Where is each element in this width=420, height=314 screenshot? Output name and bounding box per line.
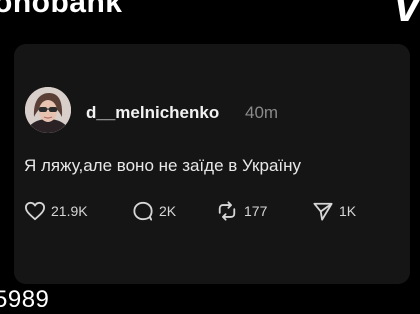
profile-photo-icon (25, 87, 71, 133)
bank-card-header: onobank VI (0, 0, 420, 40)
post-text: Я ляжу,але воно не заїде в Україну (24, 156, 302, 175)
repost-count: 177 (244, 203, 268, 219)
share-button[interactable]: 1K (312, 201, 356, 221)
social-post: d__melnichenko 40m Я ляжу,але воно не за… (14, 44, 410, 284)
share-count: 1K (339, 203, 357, 219)
repost-icon (218, 201, 236, 221)
like-count: 21.9K (51, 203, 88, 219)
post-time: 40m (245, 103, 279, 122)
bank-name: onobank (0, 0, 123, 19)
username[interactable]: d__melnichenko (86, 103, 219, 123)
repost-button[interactable]: 177 (215, 201, 267, 221)
avatar[interactable] (25, 87, 71, 133)
card-network-logo: VI (392, 0, 420, 31)
send-icon (313, 202, 333, 221)
comment-button[interactable]: 2K (132, 201, 176, 221)
like-button[interactable]: 21.9K (24, 201, 88, 221)
comment-count: 2K (159, 203, 177, 219)
heart-icon (24, 201, 45, 221)
comment-bubble-icon (133, 201, 153, 221)
